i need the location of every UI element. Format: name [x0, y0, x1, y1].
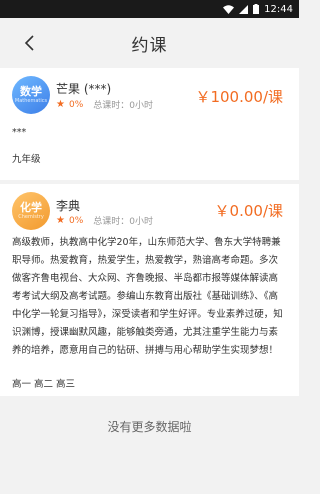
- teacher-grades: 高一 高二 高三: [12, 379, 76, 390]
- avatar-subject-english: Chemistry: [18, 214, 44, 220]
- star-icon: ★: [56, 215, 65, 226]
- teacher-card[interactable]: 化学 Chemistry 李典 ★ 0% 总课时：0小时 ￥0.00/课 高级教…: [0, 184, 299, 396]
- avatar-subject: 数学: [20, 85, 42, 98]
- status-time: 12:44: [264, 3, 293, 15]
- back-button[interactable]: [14, 18, 44, 68]
- navigation-bar: 约课: [0, 18, 299, 68]
- total-hours: 总课时：0小时: [93, 217, 153, 227]
- no-more-data: 没有更多数据啦: [107, 420, 192, 434]
- teacher-intro: ***: [12, 127, 27, 138]
- page-title: 约课: [131, 35, 168, 56]
- avatar-subject: 化学: [20, 201, 42, 214]
- star-icon: ★: [56, 99, 65, 110]
- teacher-card[interactable]: 数学 Mathematics 芒果 (***) ★ 0% 总课时：0小时 ￥10…: [0, 68, 299, 180]
- rating-row: ★ 0% 总课时：0小时: [56, 214, 153, 227]
- teacher-avatar: 化学 Chemistry: [12, 192, 50, 230]
- rating-row: ★ 0% 总课时：0小时: [56, 98, 153, 111]
- total-hours: 总课时：0小时: [93, 101, 153, 111]
- price: ￥0.00/课: [214, 202, 283, 220]
- chevron-left-icon: [24, 35, 34, 51]
- avatar-subject-english: Mathematics: [14, 98, 48, 104]
- rating-percent: 0%: [68, 215, 84, 226]
- teacher-name: 李典: [56, 199, 81, 213]
- battery-icon: [253, 4, 260, 14]
- status-bar: 12:44: [0, 0, 299, 18]
- teacher-name: 芒果 (***): [56, 82, 112, 96]
- signal-icon: [239, 4, 249, 14]
- teacher-avatar: 数学 Mathematics: [12, 76, 50, 114]
- teacher-grades: 九年级: [12, 154, 41, 165]
- price: ￥100.00/课: [195, 88, 283, 106]
- wifi-icon: [223, 4, 235, 14]
- teacher-intro: 高级教师，执教高中化学20年，山东师范大学、鲁东大学特聘兼职导师。热爱教育，热爱…: [12, 237, 283, 356]
- rating-percent: 0%: [68, 99, 84, 110]
